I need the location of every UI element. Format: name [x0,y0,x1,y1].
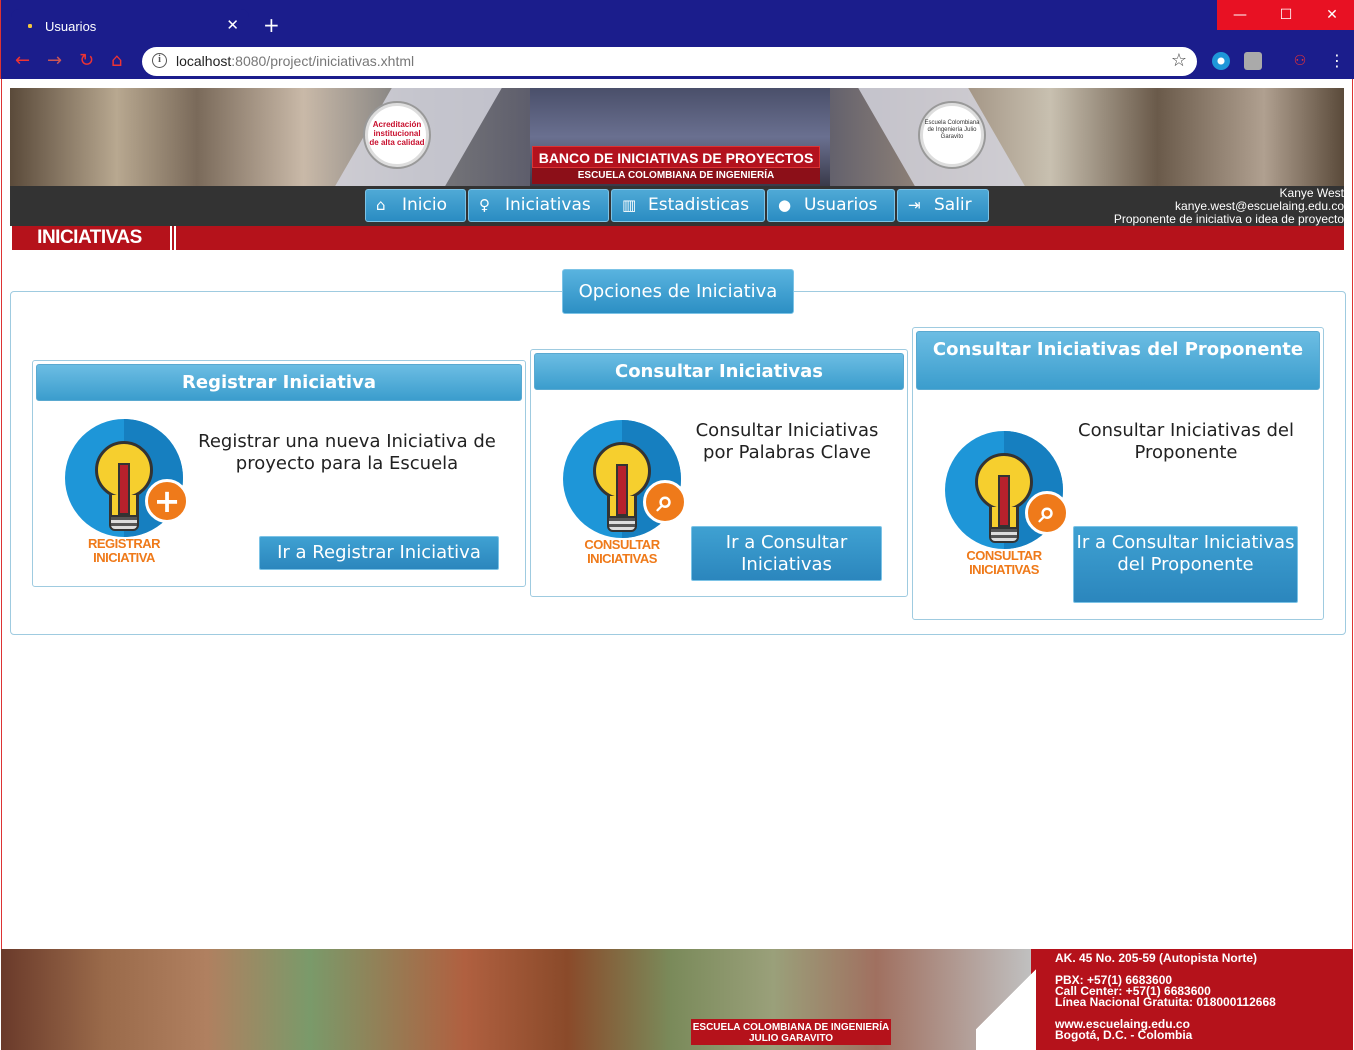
back-arrow-icon[interactable]: ← [15,50,30,71]
consult-initiatives-button[interactable]: Ir a Consultar Iniciativas [691,526,882,581]
icon-caption: REGISTRAR [87,536,161,551]
accreditation-seal: Acreditación institucional de alta calid… [365,103,429,167]
user-info: Kanye West kanye.west@escuelaing.edu.co … [1114,187,1344,226]
header-banner: Acreditación institucional de alta calid… [10,88,1344,186]
url-path: :8080/project/iniciativas.xhtml [231,53,415,69]
lightbulb-icon: ♀ [479,196,490,214]
menu-estadisticas-button[interactable]: ▥ Estadisticas [611,189,765,222]
panel-description: Registrar una nueva Iniciativa de proyec… [198,431,496,474]
forward-arrow-icon[interactable]: → [47,50,62,71]
icon-caption: INICIATIVAS [969,562,1039,577]
footer-school-name: ESCUELA COLOMBIANA DE INGENIERÍA JULIO G… [691,1019,891,1045]
footer-school-line: JULIO GARAVITO [748,1033,834,1044]
school-seal: Escuela Colombiana de Ingeniería Julio G… [920,103,984,167]
user-role: Proponente de iniciativa o idea de proye… [1113,212,1344,226]
page-footer: ESCUELA COLOMBIANA DE INGENIERÍA JULIO G… [1,949,1353,1050]
footer-contact: AK. 45 No. 205-59 (Autopista Norte) PBX:… [1055,951,1276,1042]
panel-header: Consultar Iniciativas [534,353,904,390]
bar-chart-icon: ▥ [622,196,637,214]
new-tab-button[interactable]: + [263,13,280,37]
consult-proposer-initiatives-button[interactable]: Ir a Consultar Iniciativas del Proponent… [1073,526,1298,603]
section-title: INICIATIVAS [37,227,142,248]
window-close-button[interactable]: ✕ [1309,0,1354,30]
main-menu: ⌂ Inicio ♀ Iniciativas ▥ Estadisticas ● Usua… [10,186,1344,226]
menu-label: Iniciativas [505,195,591,215]
menu-iniciativas-button[interactable]: ♀ Iniciativas [468,189,609,222]
magnifier-icon: ⌕ [643,480,687,524]
footer-logo-wedge [976,949,1036,1050]
section-bar: INICIATIVAS [12,226,1344,250]
maximize-button[interactable]: ☐ [1263,0,1309,30]
user-icon: ● [778,196,792,214]
favicon-icon [25,21,35,31]
tab-title: Usuarios [45,19,97,34]
browser-chrome: Usuarios ✕ + — ☐ ✕ ← → ↻ ⌂ i localhost:8… [0,0,1354,79]
panel-registrar: Registrar Iniciativa + REGISTRAR INICIATI… [32,360,526,587]
menu-inicio-button[interactable]: ⌂ Inicio [365,189,466,222]
browser-tab[interactable]: Usuarios ✕ [11,9,249,44]
panel-header: Consultar Iniciativas del Proponente [916,331,1320,390]
options-legend-button[interactable]: Opciones de Iniciativa [562,269,794,314]
school-seal-text: Escuela Colombiana de Ingeniería Julio G… [924,120,980,140]
icon-caption: CONSULTAR [966,548,1042,563]
site-info-icon[interactable]: i [152,53,167,68]
panel-description: Consultar Iniciativas del Proponente [1078,420,1294,463]
extension-icon[interactable] [1244,52,1262,70]
reload-icon[interactable]: ↻ [79,50,94,71]
menu-kebab-icon[interactable]: ⋮ [1328,52,1346,70]
consult-proposer-illustration: ⌕ CONSULTAR INICIATIVAS [945,431,1071,579]
footer-school-line: ESCUELA COLOMBIANA DE INGENIERÍA [692,1022,890,1033]
address-bar[interactable]: i localhost:8080/project/iniciativas.xht… [142,47,1197,76]
consult-initiatives-illustration: ⌕ CONSULTAR INICIATIVAS [563,420,689,568]
page-content: Acreditación institucional de alta calid… [1,79,1353,1050]
extension-icon[interactable] [1212,52,1230,70]
footer-toll-free: Línea Nacional Gratuita: 018000112668 [1055,995,1276,1009]
tab-strip: Usuarios ✕ + — ☐ ✕ [1,0,1354,44]
tab-close-icon[interactable]: ✕ [226,16,239,34]
panel-consultar: Consultar Iniciativas ⌕ CONSULTAR INICIAT… [530,349,908,597]
menu-salir-button[interactable]: ⇥ Salir [897,189,989,222]
icon-caption: CONSULTAR [584,537,660,552]
panel-header: Registrar Iniciativa [36,364,522,401]
menu-label: Usuarios [804,195,878,215]
menu-label: Inicio [402,195,447,215]
url-host: localhost [176,53,232,69]
menu-label: Estadisticas [648,195,750,215]
browser-toolbar: ← → ↻ ⌂ i localhost:8080/project/iniciat… [1,44,1354,79]
panel-consultar-proponente: Consultar Iniciativas del Proponente ⌕ C… [912,327,1324,620]
menu-usuarios-button[interactable]: ● Usuarios [767,189,895,222]
minimize-button[interactable]: — [1217,0,1263,30]
window-controls: — ☐ ✕ [1217,0,1354,30]
plus-icon: + [145,479,189,523]
url-text[interactable]: localhost:8080/project/iniciativas.xhtml [176,53,414,69]
extension-icon[interactable]: ⚇ [1291,52,1309,70]
banner-title: BANCO DE INICIATIVAS DE PROYECTOS [532,146,820,168]
register-initiative-button[interactable]: Ir a Registrar Iniciativa [259,536,499,570]
magnifier-icon: ⌕ [1025,491,1069,535]
home-icon[interactable]: ⌂ [111,50,122,71]
home-icon: ⌂ [376,196,386,214]
footer-address: AK. 45 No. 205-59 (Autopista Norte) [1055,951,1258,965]
bookmark-star-icon[interactable]: ☆ [1171,50,1187,71]
banner-subtitle: ESCUELA COLOMBIANA DE INGENIERÍA [532,168,820,184]
accreditation-seal-text: Acreditación institucional de alta calid… [369,120,425,147]
section-divider [170,226,176,250]
icon-caption: INICIATIVAS [587,551,657,566]
logout-icon: ⇥ [908,196,921,214]
menu-label: Salir [934,195,972,215]
icon-caption: INICIATIVA [93,550,155,565]
footer-city: Bogotá, D.C. - Colombia [1055,1028,1193,1042]
register-initiative-illustration: + REGISTRAR INICIATIVA [65,419,191,567]
panel-description: Consultar Iniciativas por Palabras Clave [695,420,879,463]
